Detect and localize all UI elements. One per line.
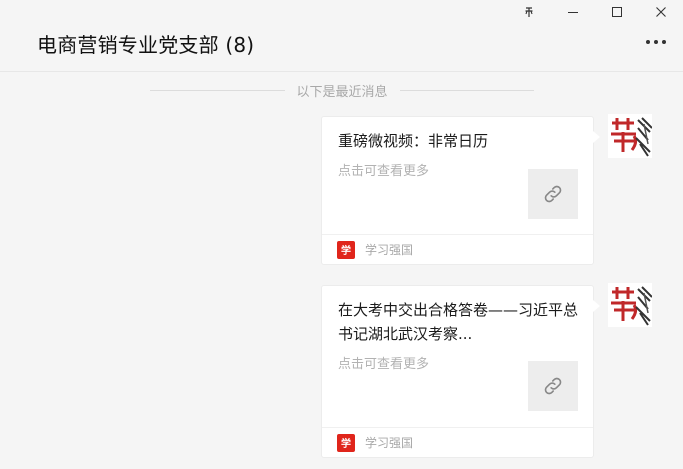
- card-description: 点击可查看更多: [338, 357, 430, 372]
- xuexi-logo-icon: 学: [337, 433, 355, 452]
- more-dot-icon: [646, 40, 650, 44]
- link-message-card[interactable]: 在大考中交出合格答卷——习近平总书记湖北武汉考察... 点击可查看更多 学 学习…: [321, 285, 600, 458]
- avatar[interactable]: [608, 283, 652, 327]
- bubble-arrow: [593, 300, 600, 312]
- chat-title: 电商营销专业党支部 (8): [37, 33, 255, 57]
- card-title: 重磅微视频：非常日历: [338, 132, 489, 150]
- bubble-arrow: [593, 131, 600, 143]
- avatar-image: [608, 114, 652, 158]
- card-footer: 学 学习强国: [322, 427, 593, 457]
- avatar-image: [608, 283, 652, 327]
- divider-line: [399, 89, 535, 91]
- card-footer: 学 学习强国: [322, 234, 593, 264]
- avatar[interactable]: [608, 114, 652, 158]
- source-name: 学习强国: [365, 436, 414, 450]
- card-description: 点击可查看更多: [338, 164, 430, 179]
- divider-text: 以下是最近消息: [296, 84, 388, 100]
- more-options-button[interactable]: [646, 40, 666, 44]
- more-dot-icon: [654, 40, 658, 44]
- link-icon: [544, 185, 562, 203]
- divider-line: [150, 89, 285, 91]
- source-name: 学习强国: [365, 243, 414, 257]
- chat-header: 电商营销专业党支部 (8): [0, 0, 683, 72]
- card-title: 在大考中交出合格答卷——习近平总书记湖北武汉考察...: [338, 301, 579, 343]
- xuexi-logo-icon: 学: [337, 240, 355, 259]
- link-icon: [544, 377, 562, 395]
- link-thumbnail: [528, 361, 578, 411]
- more-dot-icon: [662, 40, 666, 44]
- link-message-card[interactable]: 重磅微视频：非常日历 点击可查看更多 学 学习强国: [321, 116, 600, 265]
- recent-messages-divider: 以下是最近消息: [150, 80, 535, 100]
- link-thumbnail: [528, 169, 578, 219]
